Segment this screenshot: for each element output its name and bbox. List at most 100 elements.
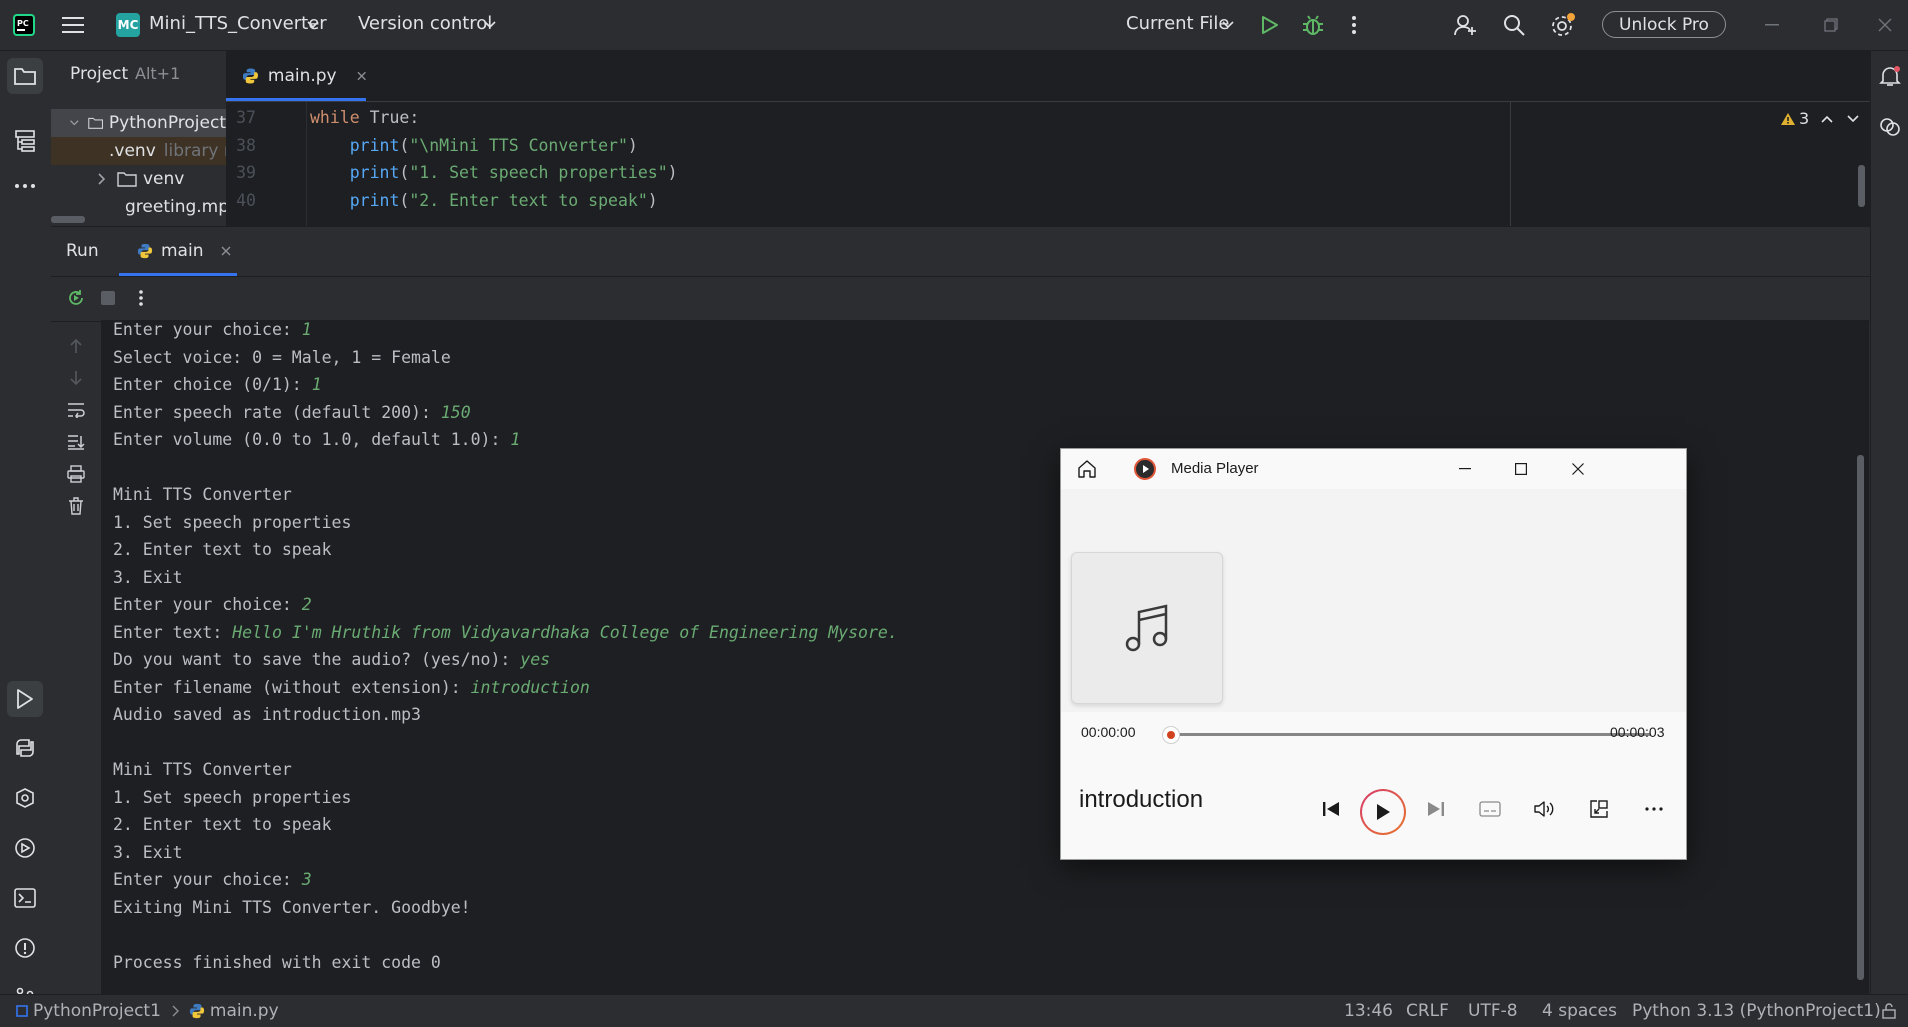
string-token: "\nMini TTS Converter" [409, 136, 628, 155]
miniplayer-icon[interactable] [1585, 796, 1613, 822]
search-icon[interactable] [1501, 12, 1527, 38]
warning-count: 3 [1799, 109, 1810, 128]
console-user-input: Hello I'm Hruthik from Vidyavardhaka Col… [232, 622, 898, 642]
console-output-text: Mini TTS Converter [113, 485, 292, 504]
notifications-bell-icon[interactable] [1877, 63, 1903, 89]
breadcrumb-file[interactable]: main.py [210, 1001, 279, 1021]
lock-icon[interactable] [1882, 995, 1896, 1027]
console-output-text: 2. Enter text to speak [113, 540, 332, 559]
next-track-icon[interactable] [1422, 795, 1450, 823]
previous-track-icon[interactable] [1317, 795, 1345, 823]
terminal-icon[interactable] [12, 885, 38, 911]
code-with-me-icon[interactable] [1451, 12, 1479, 38]
breadcrumb-project[interactable]: PythonProject1 [33, 1001, 161, 1021]
volume-icon[interactable] [1530, 796, 1558, 822]
captions-icon[interactable] [1476, 796, 1504, 822]
close-icon[interactable] [1567, 458, 1589, 480]
python-file-icon [137, 243, 153, 259]
python-interpreter[interactable]: Python 3.13 (PythonProject1) [1632, 995, 1881, 1027]
code-token: ( [399, 163, 410, 182]
console-output-text: 3. Exit [113, 567, 183, 587]
album-art-placeholder [1071, 552, 1223, 704]
close-icon[interactable] [1874, 14, 1896, 36]
problems-icon[interactable] [12, 935, 38, 961]
chevron-down-icon[interactable] [1221, 18, 1235, 32]
console-user-input: 2 [301, 595, 312, 614]
caret-position[interactable]: 13:46 [1344, 995, 1393, 1027]
string-token: "1. Set speech properties" [409, 163, 668, 182]
tree-item-venv-dot[interactable]: .venv library root [51, 137, 226, 165]
unlock-pro-button[interactable]: Unlock Pro [1602, 11, 1726, 38]
minimize-icon[interactable] [1454, 458, 1476, 480]
more-actions-icon[interactable] [1344, 12, 1364, 38]
console-user-input: 3 [301, 870, 312, 889]
horizontal-scrollbar[interactable] [51, 216, 85, 223]
console-line: Enter speech rate (default 200): 150 [113, 399, 471, 426]
inspection-widget[interactable]: 3 [1780, 109, 1859, 128]
stop-icon[interactable] [97, 287, 119, 309]
rerun-icon[interactable] [65, 287, 87, 309]
minimize-icon[interactable] [1761, 14, 1783, 36]
run-config-selector[interactable]: Current File [1126, 13, 1229, 34]
python-console-icon[interactable] [12, 785, 38, 811]
more-options-icon[interactable] [1640, 796, 1668, 822]
editor-area: main.py 37 while True: 38 print("\nMini … [226, 51, 1870, 226]
ai-assistant-icon[interactable] [1877, 114, 1903, 140]
line-separator[interactable]: CRLF [1406, 995, 1449, 1027]
seek-bar[interactable] [1163, 727, 1651, 743]
scroll-down-icon[interactable] [64, 366, 88, 390]
tree-item-label: greeting.mp3 [125, 197, 226, 217]
more-tool-windows-icon[interactable] [12, 176, 38, 196]
print-icon[interactable] [64, 462, 88, 486]
console-line: 2. Enter text to speak [113, 536, 332, 563]
version-control-menu[interactable]: Version control [358, 13, 492, 34]
project-badge[interactable]: MC [116, 13, 140, 37]
home-icon[interactable] [1075, 458, 1099, 480]
code-line[interactable]: 40 print("2. Enter text to speak") [226, 187, 1526, 214]
structure-icon[interactable] [12, 126, 38, 156]
settings-gear-icon[interactable] [1549, 11, 1577, 39]
project-name-menu[interactable]: Mini_TTS_Converter [149, 13, 327, 34]
tree-item-project-root[interactable]: PythonProject [51, 109, 226, 137]
python-file-icon [242, 68, 258, 84]
code-line[interactable]: 38 print("\nMini TTS Converter") [226, 132, 1526, 159]
total-duration: 00:00:03 [1610, 724, 1665, 740]
play-button[interactable] [1360, 789, 1406, 835]
tree-item-venv[interactable]: venv [51, 165, 226, 193]
project-panel-title[interactable]: Project [70, 64, 128, 84]
scroll-up-icon[interactable] [64, 334, 88, 358]
file-encoding[interactable]: UTF-8 [1468, 995, 1518, 1027]
run-tab-main[interactable]: main [119, 226, 237, 276]
services-icon[interactable] [12, 835, 38, 861]
editor-scrollbar-thumb[interactable] [1858, 165, 1865, 207]
python-packages-icon[interactable] [12, 735, 38, 761]
code-line[interactable]: 37 while True: [226, 104, 1526, 131]
project-folder-icon[interactable] [7, 58, 43, 94]
project-panel: Project Alt+1 PythonProject .venv librar… [51, 51, 226, 226]
soft-wrap-icon[interactable] [64, 398, 88, 422]
console-scrollbar-thumb[interactable] [1857, 455, 1864, 980]
seek-thumb[interactable] [1163, 727, 1179, 743]
run-tool-window-icon[interactable] [7, 681, 43, 717]
debug-icon[interactable] [1300, 12, 1326, 38]
console-output-text: Exiting Mini TTS Converter. Goodbye! [113, 897, 471, 917]
console-line: 1. Set speech properties [113, 784, 351, 811]
restore-icon[interactable] [1820, 14, 1842, 36]
tree-item-label: PythonProject [108, 113, 226, 133]
code-line[interactable]: 39 print("1. Set speech properties") [226, 159, 1526, 186]
string-token: "2. Enter text to speak" [409, 191, 648, 210]
console-user-input: 1 [510, 430, 521, 449]
chevron-down-icon[interactable] [483, 18, 497, 32]
pycharm-logo-icon[interactable]: PC [12, 13, 36, 37]
editor-tab-main-py[interactable]: main.py [226, 51, 366, 101]
maximize-icon[interactable] [1510, 458, 1532, 480]
run-icon[interactable] [1258, 12, 1282, 38]
chevron-down-icon[interactable] [306, 18, 320, 32]
scroll-to-end-icon[interactable] [64, 430, 88, 454]
previous-highlight-icon [1821, 115, 1833, 123]
console-line: Enter your choice: 3 [113, 866, 312, 893]
clear-all-icon[interactable] [64, 494, 88, 518]
indent-setting[interactable]: 4 spaces [1542, 995, 1617, 1027]
main-menu-icon[interactable] [60, 13, 86, 37]
more-run-actions-icon[interactable] [130, 287, 152, 309]
